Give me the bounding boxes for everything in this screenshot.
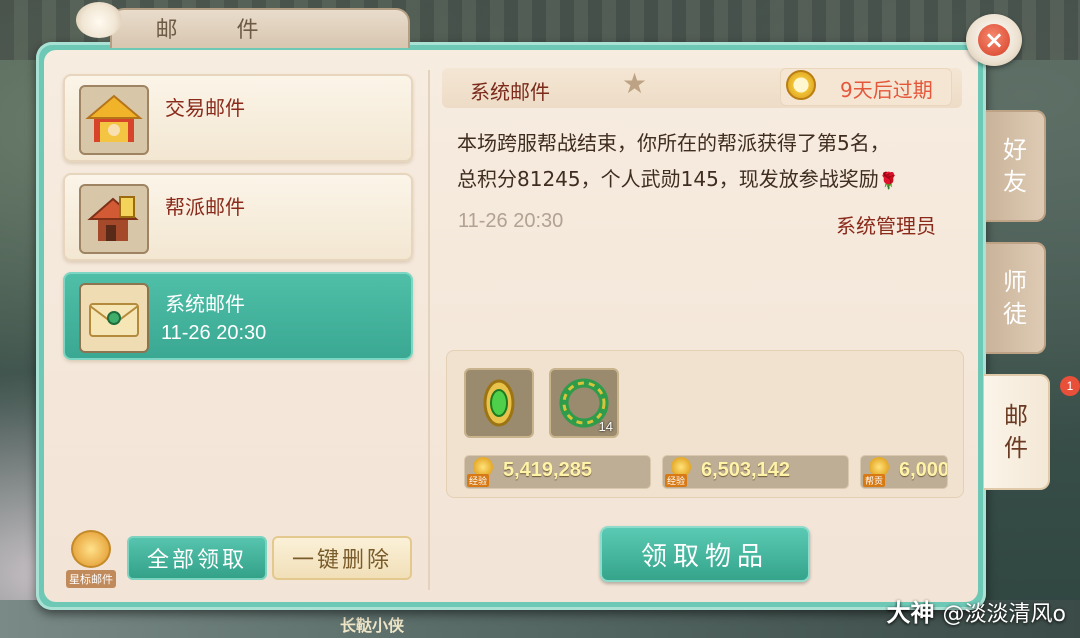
star-mail-button[interactable]: 星标邮件 <box>60 530 122 588</box>
lotus-ornament-icon <box>76 2 122 38</box>
resource-exp-2: 经验 6,503,142 <box>662 455 849 489</box>
mail-category-label: 帮派邮件 <box>165 195 245 219</box>
mail-body-text: 总积分81245，个人武勋145，现发放参战奖励 <box>457 167 879 191</box>
delete-all-button[interactable]: 一键删除 <box>272 536 412 580</box>
exp-group-icon: 经验 <box>665 457 697 487</box>
star-icon[interactable]: ★ <box>622 70 647 98</box>
reward-quantity: 14 <box>598 419 613 434</box>
star-mail-icon <box>71 530 111 568</box>
envelope-icon <box>79 283 149 353</box>
mail-time: 11-26 20:30 <box>161 322 267 344</box>
detail-title: 系统邮件 <box>470 80 550 104</box>
rose-icon: 🌹 <box>878 171 899 190</box>
claim-items-button[interactable]: 领取物品 <box>600 526 810 582</box>
npc-name-label: 长鞑小侠 <box>340 616 405 635</box>
mail-body-line-2: 总积分81245，个人武勋145，现发放参战奖励🌹 <box>457 162 957 198</box>
tab-label: 友 <box>1003 168 1027 196</box>
mail-category-label: 交易邮件 <box>165 96 245 120</box>
reward-item-gem[interactable] <box>464 368 534 438</box>
resource-value: 6,000 <box>899 459 948 481</box>
close-button[interactable]: × <box>966 14 1022 66</box>
trade-shop-icon <box>79 85 149 155</box>
green-gem-icon <box>483 379 515 427</box>
alarm-clock-icon <box>786 70 816 100</box>
resource-contribution: 帮贡 6,000 <box>860 455 948 489</box>
watermark: 大神 @淡淡清风o <box>886 599 1066 627</box>
mail-date: 11-26 20:30 <box>458 210 564 232</box>
tab-mentor[interactable]: 师 徒 <box>986 242 1046 354</box>
resource-value: 5,419,285 <box>503 459 592 481</box>
guild-building-icon <box>79 184 149 254</box>
notification-badge: 1 <box>1060 376 1080 396</box>
tab-mail[interactable]: 邮 件 <box>984 374 1050 490</box>
resource-value: 6,503,142 <box>701 459 790 481</box>
mail-sender: 系统管理员 <box>836 214 936 238</box>
mail-category-trade[interactable]: 交易邮件 <box>63 74 413 162</box>
star-mail-label: 星标邮件 <box>66 570 116 588</box>
close-icon: × <box>978 24 1010 56</box>
mail-category-guild[interactable]: 帮派邮件 <box>63 173 413 261</box>
tab-label: 好 <box>1003 136 1027 164</box>
exp-icon: 经验 <box>467 457 499 487</box>
mail-category-label: 系统邮件 <box>165 292 245 316</box>
expire-text: 9天后过期 <box>840 78 933 102</box>
collect-all-button[interactable]: 全部领取 <box>127 536 267 580</box>
guild-contribution-icon: 帮贡 <box>863 457 895 487</box>
tab-label: 师 <box>1003 268 1027 296</box>
tab-label: 徒 <box>1003 300 1027 328</box>
tab-label: 邮 <box>1004 402 1028 430</box>
panel-divider <box>428 70 430 590</box>
mail-body-line-1: 本场跨服帮战结束，你所在的帮派获得了第5名， <box>457 131 890 155</box>
panel-title: 邮 件 <box>155 18 285 43</box>
reward-item-ring[interactable]: 14 <box>549 368 619 438</box>
tab-friends[interactable]: 好 友 <box>986 110 1046 222</box>
tab-label: 件 <box>1004 434 1028 462</box>
mail-category-system[interactable]: 系统邮件 11-26 20:30 <box>63 272 413 360</box>
resource-exp-1: 经验 5,419,285 <box>464 455 651 489</box>
